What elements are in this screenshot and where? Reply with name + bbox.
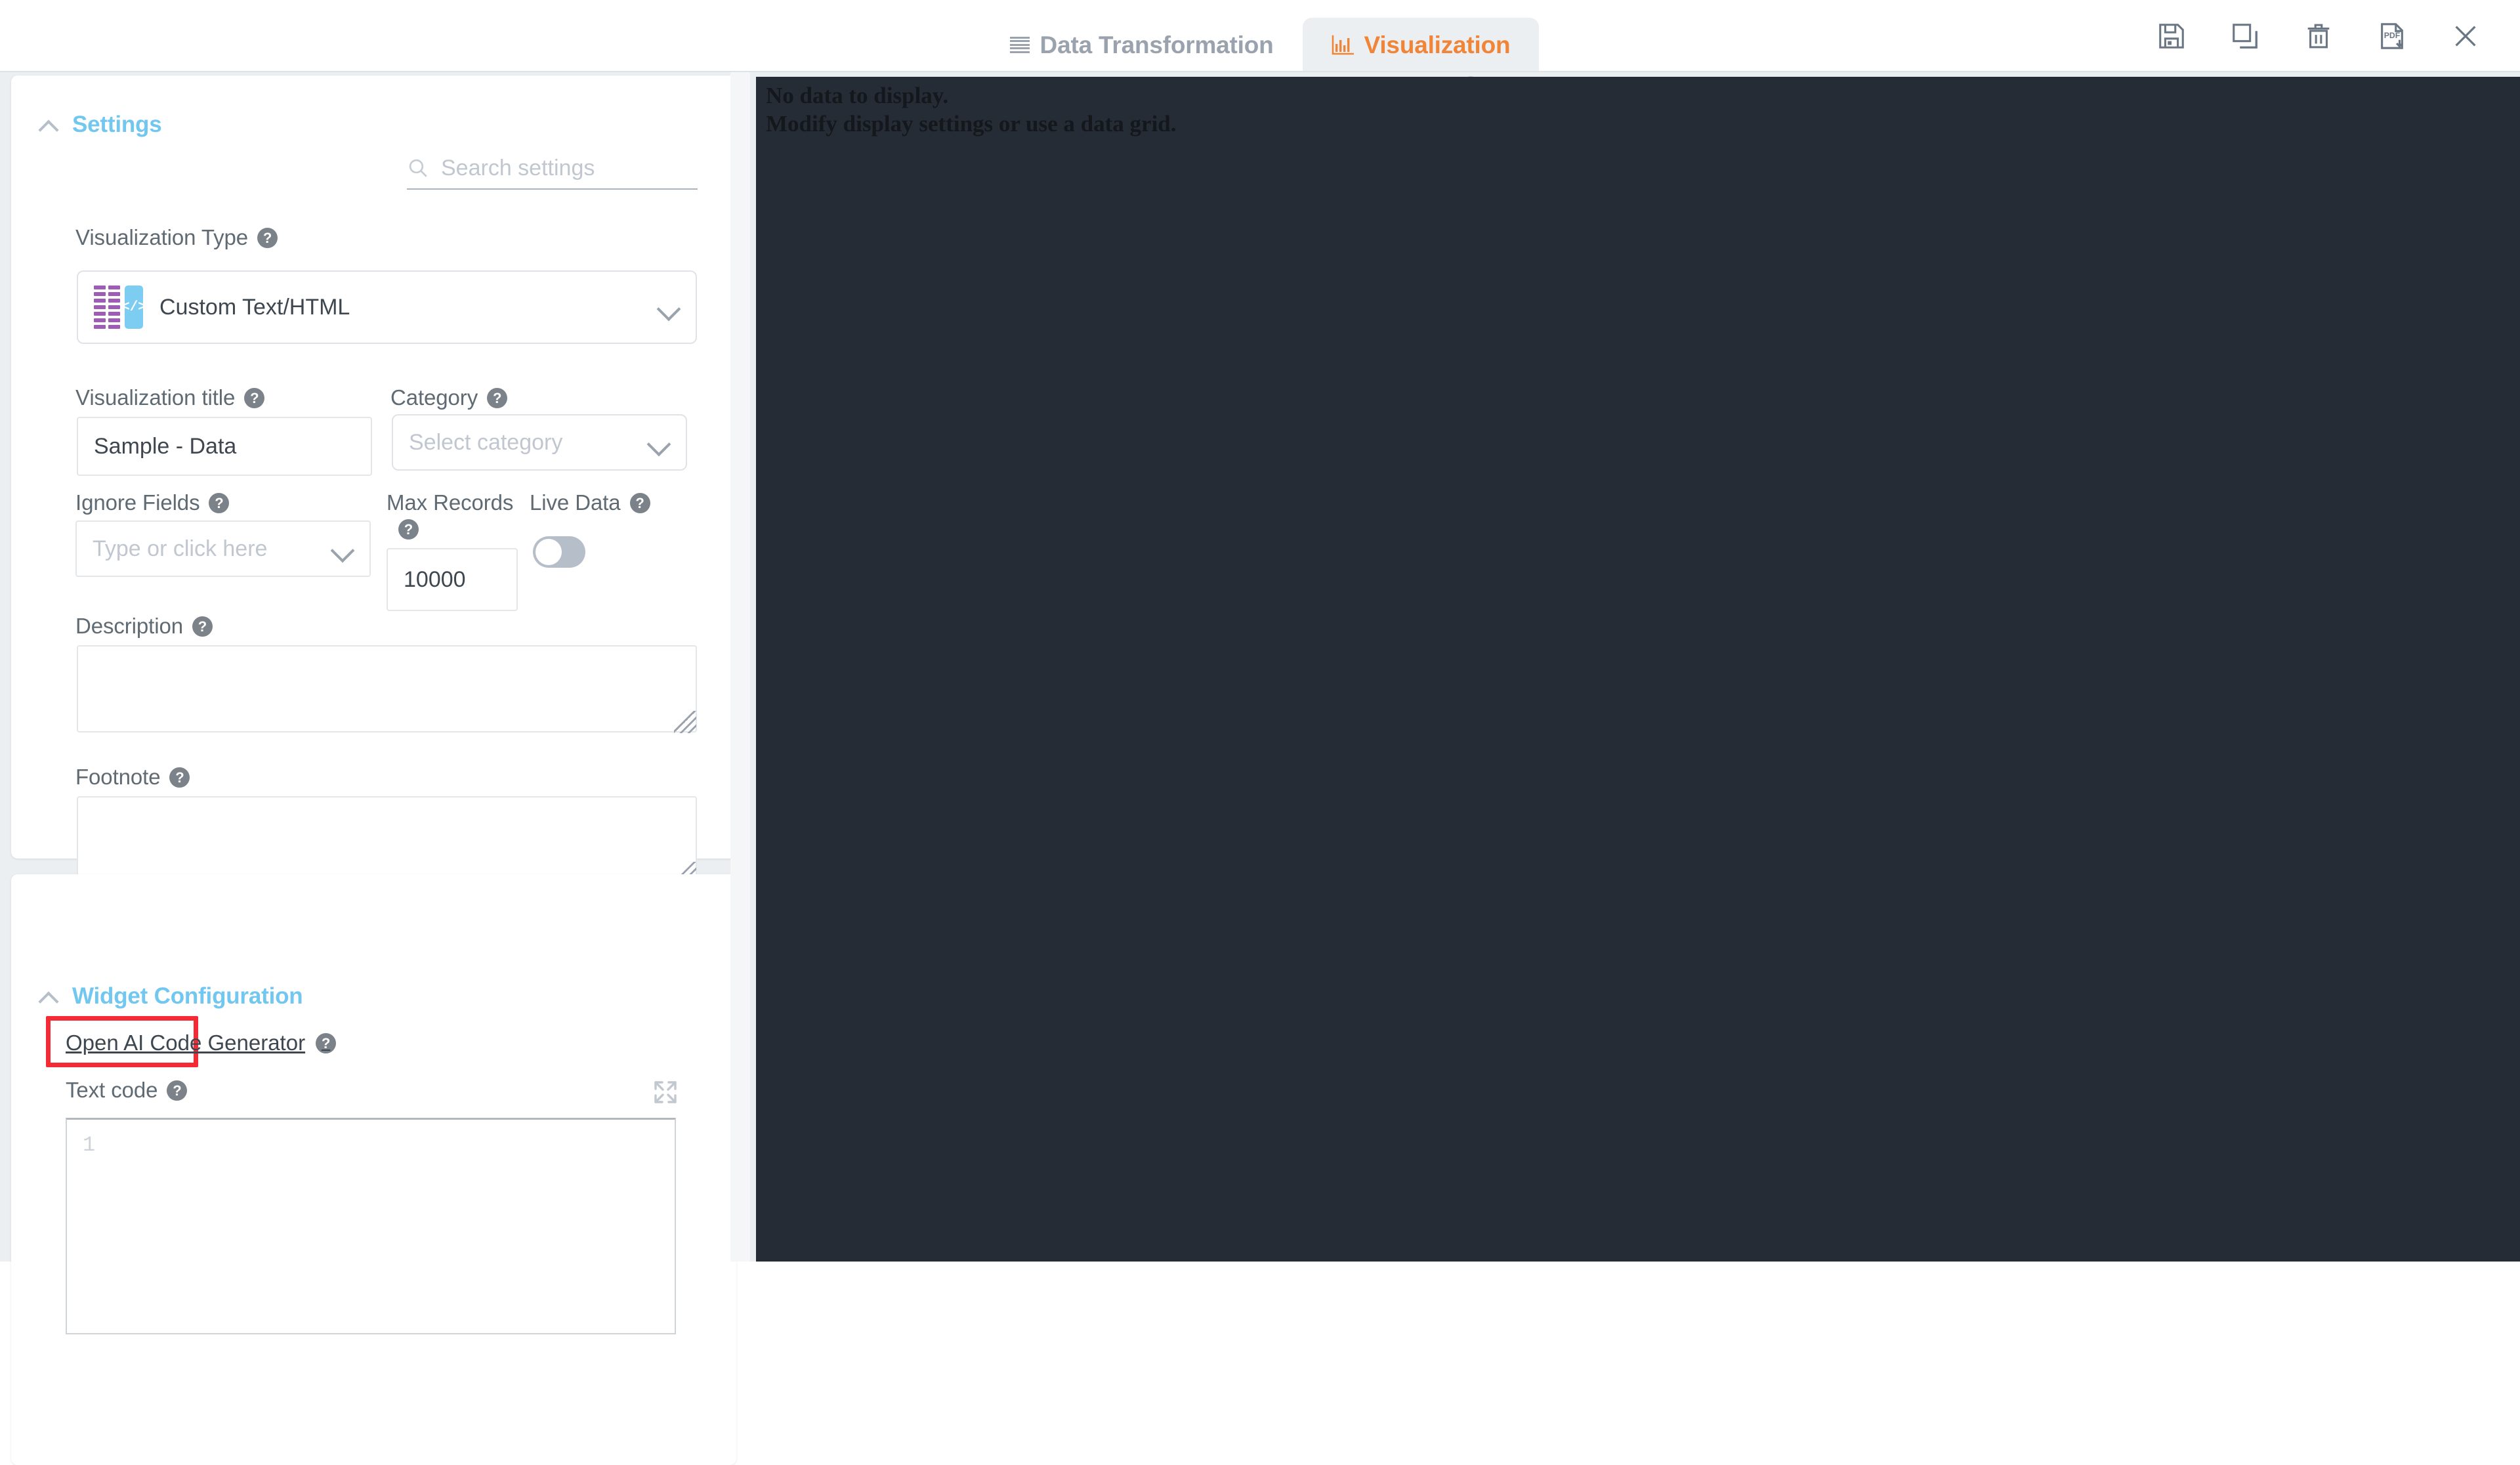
max-records-value: 10000: [404, 566, 466, 592]
top-bar: Data Transformation Visualization PDF: [0, 0, 2520, 72]
ignore-fields-label: Ignore Fields ?: [75, 490, 230, 515]
live-data-label: Live Data ?: [530, 490, 650, 515]
description-textarea[interactable]: [77, 645, 697, 732]
visualization-title-input[interactable]: Sample - Data: [77, 417, 372, 476]
widget-configuration-section-title: Widget Configuration: [72, 983, 303, 1009]
help-icon-live-data[interactable]: ?: [629, 492, 650, 513]
settings-card: Settings Visualization Type ?: [11, 75, 736, 884]
help-icon-ignore-fields[interactable]: ?: [209, 492, 230, 513]
help-icon-visualization-title[interactable]: ?: [244, 387, 265, 408]
content-area: Settings Visualization Type ?: [0, 72, 2520, 1465]
toolbar: PDF: [2154, 0, 2483, 72]
open-ai-code-generator-label: Open AI Code Generator: [66, 1030, 306, 1055]
help-icon-ai-code-generator[interactable]: ?: [316, 1032, 337, 1053]
live-data-toggle[interactable]: [533, 536, 585, 568]
code-glyph: </>: [121, 286, 146, 329]
ignore-fields-select[interactable]: Type or click here: [75, 520, 371, 577]
visualization-type-value: Custom Text/HTML: [159, 294, 350, 320]
line-number: 1: [83, 1133, 96, 1157]
help-icon-max-records[interactable]: ?: [398, 519, 419, 540]
chevron-down-icon: [331, 542, 354, 555]
tab-data-transformation[interactable]: Data Transformation: [981, 18, 1303, 72]
text-code-editor[interactable]: 1: [66, 1118, 676, 1334]
settings-section-title: Settings: [72, 112, 162, 137]
duplicate-icon[interactable]: [2227, 18, 2263, 54]
ignore-fields-placeholder: Type or click here: [93, 536, 268, 561]
footnote-textarea[interactable]: [77, 796, 697, 883]
description-label: Description ?: [75, 614, 213, 639]
visualization-title-label: Visualization title ?: [75, 385, 265, 410]
help-icon-visualization-type[interactable]: ?: [257, 227, 278, 248]
category-placeholder: Select category: [409, 429, 563, 455]
open-ai-code-generator-link[interactable]: Open AI Code Generator ?: [66, 1030, 337, 1055]
close-icon[interactable]: [2448, 18, 2483, 54]
widget-configuration-card: Widget Configuration Open AI Code Genera…: [11, 874, 736, 1465]
footnote-label: Footnote ?: [75, 765, 190, 790]
widget-configuration-section-header[interactable]: Widget Configuration: [39, 983, 303, 1009]
help-icon-footnote[interactable]: ?: [169, 767, 190, 788]
tab-visualization[interactable]: Visualization: [1302, 18, 1540, 72]
category-select[interactable]: Select category: [392, 414, 687, 471]
tab-visualization-label: Visualization: [1364, 31, 1511, 58]
chevron-up-icon: [39, 119, 58, 130]
expand-icon[interactable]: [650, 1076, 681, 1108]
pdf-download-icon[interactable]: PDF: [2374, 18, 2410, 54]
help-icon-category[interactable]: ?: [487, 387, 508, 408]
grid-icon: [1009, 36, 1030, 54]
visualization-title-value: Sample - Data: [94, 433, 237, 459]
bar-chart-icon: [1332, 35, 1354, 56]
chevron-down-icon: [658, 301, 680, 314]
visualization-type-label: Visualization Type ?: [75, 225, 278, 250]
chevron-up-icon: [39, 991, 58, 1002]
help-icon-text-code[interactable]: ?: [167, 1080, 188, 1101]
visualization-preview: No data to display. Modify display setti…: [756, 77, 2520, 1262]
settings-section-header[interactable]: Settings: [39, 112, 162, 138]
no-data-message: No data to display. Modify display setti…: [766, 83, 1177, 137]
trash-icon[interactable]: [2301, 18, 2336, 54]
app-window: Data Transformation Visualization PDF Se…: [0, 0, 2520, 1465]
max-records-input[interactable]: 10000: [387, 548, 518, 611]
text-code-label: Text code ?: [66, 1078, 188, 1103]
help-icon-description[interactable]: ?: [192, 616, 213, 637]
max-records-label: Max Records: [387, 490, 514, 515]
search-input[interactable]: [440, 152, 733, 184]
save-icon[interactable]: [2154, 18, 2189, 54]
search-settings[interactable]: [407, 148, 733, 190]
svg-text:PDF: PDF: [2384, 31, 2401, 40]
visualization-type-select[interactable]: </> Custom Text/HTML: [77, 270, 697, 344]
settings-panel: Settings Visualization Type ?: [0, 72, 1478, 1465]
chevron-down-icon: [648, 436, 670, 449]
search-icon: [407, 157, 429, 179]
custom-text-html-icon: </>: [94, 286, 146, 329]
tab-bar: Data Transformation Visualization: [0, 0, 2520, 72]
category-label: Category ?: [390, 385, 508, 410]
tab-data-transformation-label: Data Transformation: [1040, 31, 1274, 58]
settings-scrollbar-track[interactable]: [730, 72, 1478, 1262]
